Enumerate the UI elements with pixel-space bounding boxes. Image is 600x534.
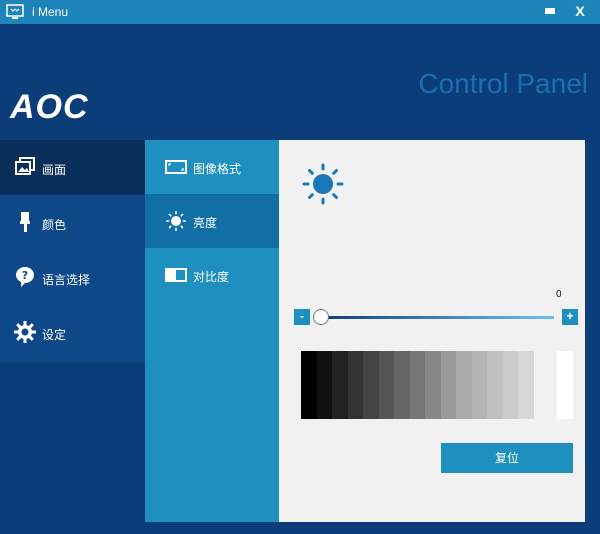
gray-step <box>440 351 456 419</box>
color-brush-icon <box>20 212 30 232</box>
language-help-icon: ? <box>16 267 34 287</box>
gray-step <box>471 351 487 419</box>
gray-step <box>456 351 472 419</box>
gray-step <box>425 351 441 419</box>
submenu: 图像格式 亮度 对比度 <box>145 140 279 522</box>
gray-step <box>394 351 410 419</box>
gray-step <box>487 351 503 419</box>
header: AOC Control Panel <box>0 24 600 140</box>
sidebar-item-language[interactable]: ? 语言选择 <box>0 250 145 305</box>
brightness-icon <box>165 211 187 231</box>
increase-button[interactable]: + <box>562 309 578 325</box>
aoc-logo: AOC <box>10 88 89 126</box>
sidebar-item-label: 设定 <box>42 328 67 342</box>
gear-icon <box>14 321 36 343</box>
gray-step <box>347 351 363 419</box>
submenu-item-aspect-ratio[interactable]: 图像格式 <box>145 140 279 194</box>
title-bar: i Menu X <box>0 0 600 24</box>
page-title: Control Panel <box>418 68 588 99</box>
brightness-slider-thumb[interactable] <box>313 309 329 325</box>
brightness-value: 0 <box>556 289 562 300</box>
submenu-item-label: 亮度 <box>193 216 218 230</box>
white-reference <box>557 351 573 419</box>
contrast-icon <box>165 268 187 282</box>
sidebar-item-color[interactable]: 颜色 <box>0 195 145 250</box>
sun-icon <box>302 163 344 205</box>
reset-button[interactable]: 复位 <box>441 443 573 473</box>
submenu-item-contrast[interactable]: 对比度 <box>145 248 279 302</box>
submenu-item-label: 图像格式 <box>193 162 242 176</box>
aspect-ratio-icon <box>165 160 187 174</box>
gray-step <box>409 351 425 419</box>
gray-step <box>518 351 534 419</box>
minimize-button[interactable] <box>538 0 562 24</box>
app-monitor-icon <box>6 4 24 19</box>
decrease-button[interactable]: - <box>294 309 310 325</box>
sidebar-item-label: 画面 <box>42 163 67 177</box>
sidebar: 画面 颜色 ? 语言选择 设定 <box>0 140 145 362</box>
gray-step <box>332 351 348 419</box>
sidebar-item-label: 语言选择 <box>42 273 91 287</box>
gray-step <box>363 351 379 419</box>
brightness-panel: 0 - + 复位 <box>279 140 585 522</box>
gray-step <box>301 351 317 419</box>
gray-step <box>316 351 332 419</box>
sidebar-item-picture[interactable]: 画面 <box>0 140 145 195</box>
brightness-slider-track[interactable] <box>317 316 554 319</box>
submenu-item-label: 对比度 <box>193 270 230 284</box>
window-title: i Menu <box>32 5 69 19</box>
grayscale-ramp <box>301 351 534 419</box>
minimize-icon <box>545 8 555 14</box>
gray-step <box>378 351 394 419</box>
submenu-item-brightness[interactable]: 亮度 <box>145 194 279 248</box>
picture-icon <box>15 157 35 175</box>
sidebar-item-settings[interactable]: 设定 <box>0 305 145 360</box>
svg-text:?: ? <box>22 269 28 282</box>
gray-step <box>502 351 518 419</box>
sidebar-item-label: 颜色 <box>42 218 67 232</box>
close-button[interactable]: X <box>568 0 592 24</box>
